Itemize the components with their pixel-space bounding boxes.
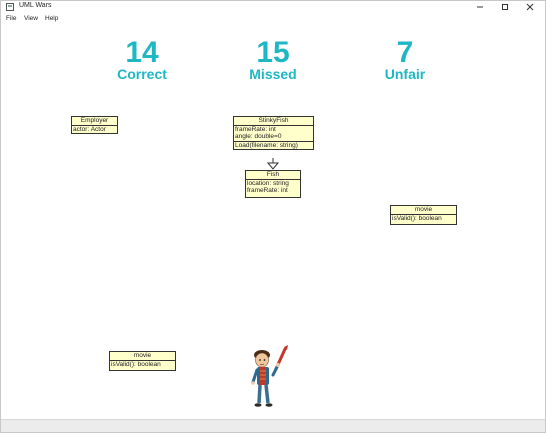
uml-attribute: frameRate: int <box>235 125 276 133</box>
uml-operation: isValid(): boolean <box>392 214 442 222</box>
menu-file[interactable]: File <box>6 15 16 22</box>
uml-class-name: movie <box>110 352 175 361</box>
correct-count: 14 <box>125 36 159 69</box>
uml-operations: isValid(): boolean <box>391 215 456 225</box>
uml-class-employer[interactable]: Employer actor: Actor <box>71 116 118 134</box>
unfair-count: 7 <box>396 36 414 69</box>
uml-operation: isValid(): boolean <box>111 360 161 368</box>
menu-view[interactable]: View <box>24 15 38 22</box>
title-bar: UML Wars <box>1 1 545 14</box>
uml-class-name: StinkyFish <box>234 117 313 126</box>
uml-operations: Load(filename: string) <box>234 142 313 150</box>
uml-class-name: movie <box>391 206 456 215</box>
uml-operations: isValid(): boolean <box>110 361 175 371</box>
menu-help[interactable]: Help <box>45 15 58 22</box>
missed-count: 15 <box>256 36 290 69</box>
window-title: UML Wars <box>19 2 52 9</box>
uml-class-movie[interactable]: movie isValid(): boolean <box>109 351 176 371</box>
status-bar <box>1 419 545 432</box>
close-icon <box>526 3 534 11</box>
uml-class-name: Fish <box>246 171 300 180</box>
uml-attributes: frameRate: int angle: double=0 <box>234 126 313 142</box>
app-icon <box>6 3 14 11</box>
game-canvas[interactable]: 14 Correct 15 Missed 7 Unfair Employer a… <box>1 25 545 419</box>
uml-class-movie[interactable]: movie isValid(): boolean <box>390 205 457 225</box>
correct-label: Correct <box>117 66 167 82</box>
minimize-button[interactable] <box>468 1 492 13</box>
uml-attribute: actor: Actor <box>73 125 106 133</box>
uml-attribute: location: string <box>247 179 289 187</box>
uml-class-fish[interactable]: Fish location: string frameRate: int <box>245 170 301 198</box>
close-button[interactable] <box>518 1 542 13</box>
menu-bar: File View Help <box>1 14 545 25</box>
maximize-button[interactable] <box>493 1 517 13</box>
uml-operation: Load(filename: string) <box>235 141 298 149</box>
unfair-label: Unfair <box>384 66 426 82</box>
uml-attributes: location: string frameRate: int <box>246 180 300 197</box>
app-window: UML Wars File View Help 14 Correct 15 Mi… <box>0 0 546 433</box>
missed-label: Missed <box>249 66 297 82</box>
uml-attribute: frameRate: int <box>247 187 288 194</box>
uml-class-name: Employer <box>72 117 117 126</box>
minimize-icon <box>477 6 483 8</box>
uml-attributes: actor: Actor <box>72 126 117 134</box>
uml-class-stinkyfish[interactable]: StinkyFish frameRate: int angle: double=… <box>233 116 314 150</box>
uml-attribute: angle: double=0 <box>235 133 282 140</box>
maximize-icon <box>502 4 508 10</box>
player-character-icon[interactable] <box>249 345 291 411</box>
